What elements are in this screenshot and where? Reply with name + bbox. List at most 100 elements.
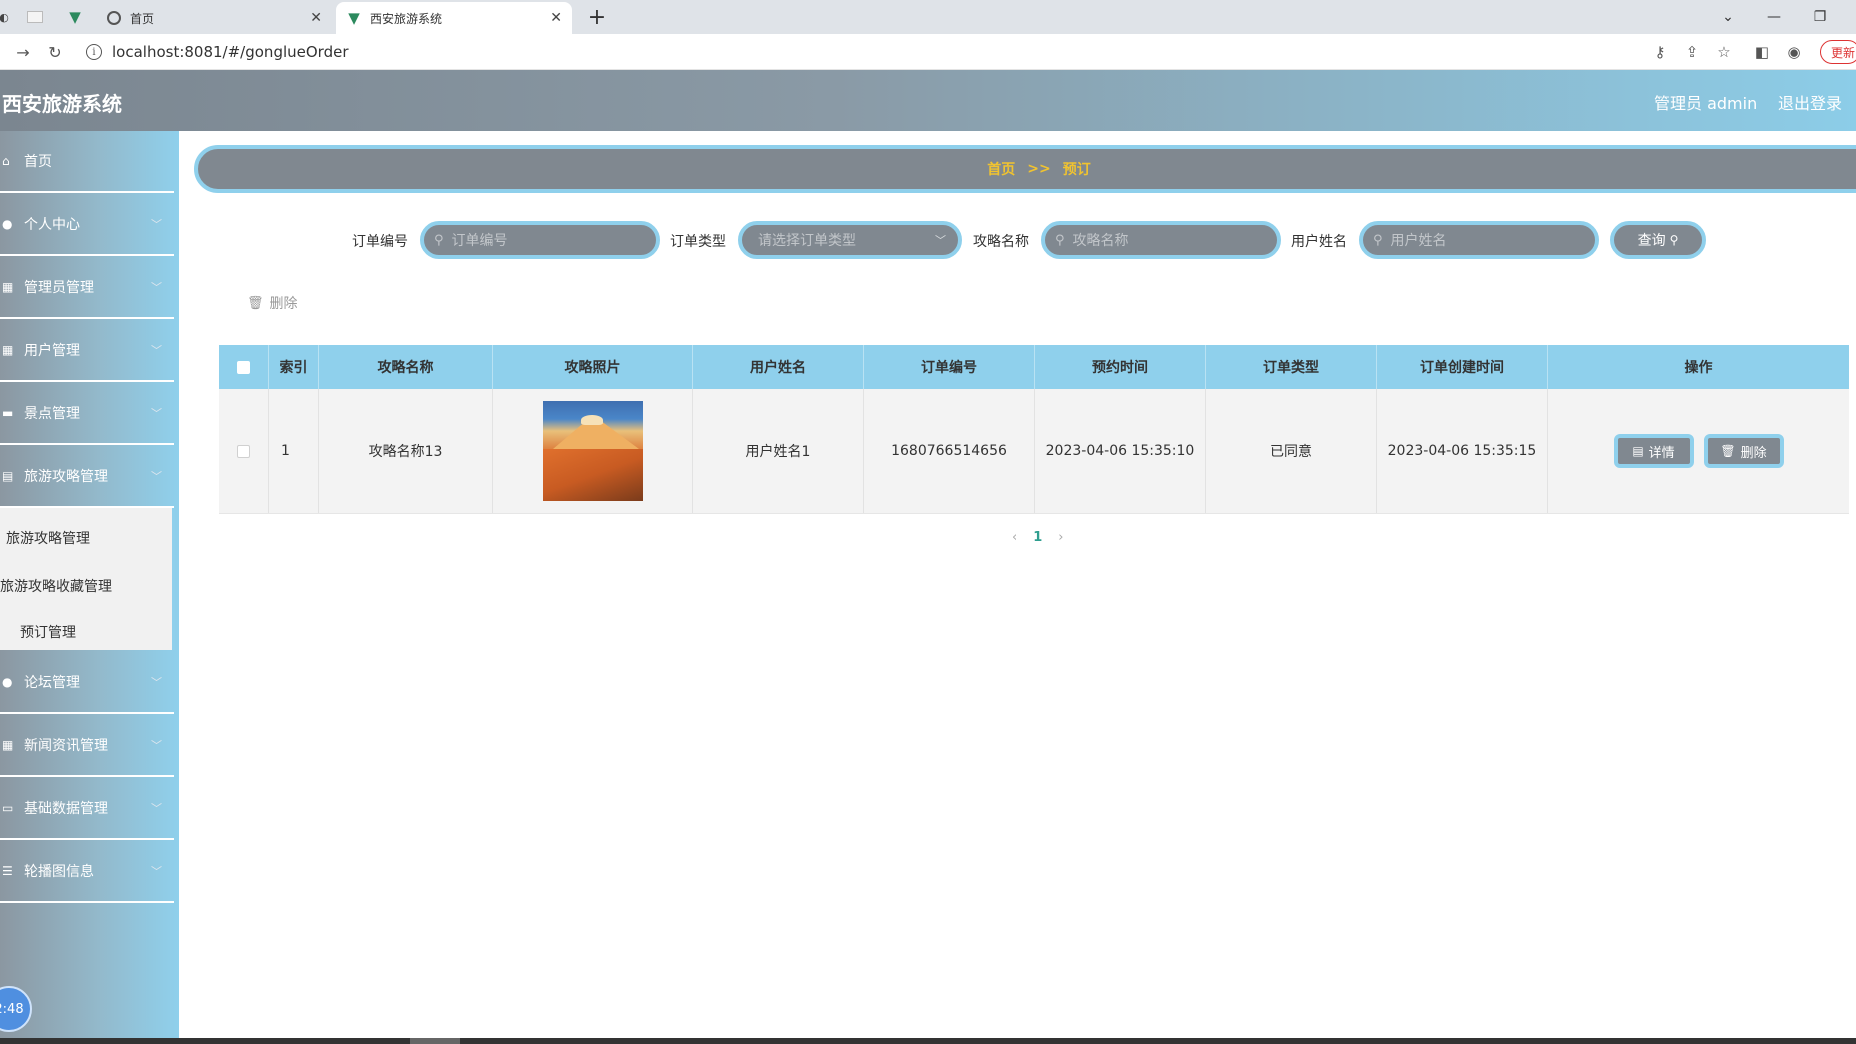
info-icon[interactable]: i — [86, 44, 102, 60]
update-button[interactable]: 更新 — [1820, 40, 1856, 64]
share-icon[interactable]: ⇪ — [1682, 42, 1702, 62]
next-page-icon[interactable]: › — [1058, 530, 1063, 545]
submenu-item-bookings[interactable]: 预订管理 — [20, 622, 76, 642]
side-panel-icon[interactable]: ◧ — [1752, 42, 1772, 62]
tab-search-icon[interactable]: ⌄ — [1708, 4, 1748, 30]
row-user-name: 用户姓名1 — [693, 389, 864, 513]
browser-tab-bar: ◐ ▼ 首页 ✕ ▼ 西安旅游系统 ✕ + ⌄ — ❐ — [0, 0, 1856, 34]
restore-icon[interactable]: ❐ — [1800, 4, 1840, 30]
sidebar-item-label: 个人中心 — [24, 217, 80, 233]
tab-active[interactable]: ▼ 西安旅游系统 ✕ — [336, 2, 572, 34]
tab-title: 首页 — [130, 11, 155, 26]
detail-button[interactable]: ▤ 详情 — [1613, 434, 1694, 468]
url-field[interactable]: i localhost:8081/#/gonglueOrder — [86, 39, 1616, 65]
column-header: 订单创建时间 — [1377, 345, 1548, 389]
select-all-checkbox[interactable] — [237, 360, 250, 374]
admin-name: 管理员 admin — [1654, 94, 1758, 113]
breadcrumb: 首页 >> 预订 — [194, 145, 1856, 193]
submenu-item-guides[interactable]: 旅游攻略管理 — [6, 528, 90, 548]
reload-icon[interactable]: ↻ — [44, 41, 66, 63]
order-no-label: 订单编号 — [352, 234, 408, 250]
sidebar-item-admins[interactable]: ▦ 管理员管理 ﹀ — [0, 257, 174, 319]
profile-icon[interactable]: ◉ — [1784, 42, 1804, 62]
order-type-label: 订单类型 — [670, 234, 726, 250]
chevron-down-icon: ﹀ — [151, 218, 162, 231]
person-icon: ● — [2, 675, 13, 689]
tab-overflow-icon[interactable]: ◐ — [0, 6, 9, 28]
print-icon: ▭ — [2, 801, 14, 815]
guide-name-input[interactable]: ⚲ 攻略名称 — [1041, 221, 1281, 259]
row-order-type: 已同意 — [1206, 389, 1377, 513]
key-icon[interactable]: ⚷ — [1650, 42, 1670, 62]
page-number[interactable]: 1 — [1033, 530, 1042, 545]
column-header: 用户姓名 — [693, 345, 864, 389]
delete-button[interactable]: 🗑 删除 — [1703, 434, 1784, 468]
row-select-cell — [219, 389, 269, 513]
column-header: 预约时间 — [1035, 345, 1206, 389]
query-button[interactable]: 查询 ⚲ — [1610, 221, 1706, 259]
globe-icon — [106, 10, 122, 26]
chevron-down-icon: ﹀ — [151, 281, 162, 294]
chevron-down-icon: ﹀ — [151, 739, 162, 752]
row-checkbox[interactable] — [237, 444, 250, 458]
sidebar-item-label: 旅游攻略管理 — [24, 469, 108, 485]
guides-submenu: 旅游攻略管理 旅游攻略收藏管理 预订管理 — [0, 508, 175, 650]
search-icon: ⚲ — [1055, 232, 1065, 248]
breadcrumb-home[interactable]: 首页 — [987, 159, 1015, 179]
logout-link[interactable]: 退出登录 — [1778, 90, 1842, 114]
pinned-tab[interactable] — [22, 6, 48, 28]
horizontal-scrollbar[interactable] — [0, 1038, 1856, 1044]
table-row: 1 攻略名称13 用户姓名1 1680766514656 2023-04-06 … — [219, 389, 1849, 514]
sidebar-item-label: 论坛管理 — [24, 675, 80, 691]
sidebar-item-carousel[interactable]: ☰ 轮播图信息 ﹀ — [0, 841, 174, 903]
delete-label: 删除 — [1740, 445, 1767, 461]
guide-name-placeholder: 攻略名称 — [1072, 233, 1129, 249]
sidebar-item-profile[interactable]: ● 个人中心 ﹀ — [0, 194, 174, 256]
sidebar-item-news[interactable]: ▦ 新闻资讯管理 ﹀ — [0, 715, 174, 777]
column-header: 操作 — [1684, 360, 1713, 376]
sidebar-item-guides[interactable]: ▤ 旅游攻略管理 ﹀ — [0, 446, 174, 508]
batch-delete-button[interactable]: 🗑 删除 — [247, 293, 298, 313]
scrollbar-thumb[interactable] — [410, 1038, 460, 1044]
document-icon: ▤ — [1632, 444, 1644, 458]
close-icon[interactable]: ✕ — [550, 10, 562, 26]
chevron-down-icon: ﹀ — [935, 234, 946, 247]
user-name-input[interactable]: ⚲ 用户姓名 — [1359, 221, 1599, 259]
column-header: 订单类型 — [1206, 345, 1377, 389]
tab-home[interactable]: 首页 ✕ — [96, 2, 332, 34]
vue-pinned-tab-icon[interactable]: ▼ — [64, 6, 86, 28]
table-header: 索引 攻略名称 攻略照片 用户姓名 订单编号 预约时间 订单类型 订单创建时间 … — [219, 345, 1849, 389]
star-icon[interactable]: ☆ — [1714, 42, 1734, 62]
grid-icon: ▦ — [2, 280, 14, 294]
minimize-icon[interactable]: — — [1754, 4, 1794, 30]
sidebar-item-label: 首页 — [24, 154, 52, 170]
sidebar-item-users[interactable]: ▦ 用户管理 ﹀ — [0, 320, 174, 382]
prev-page-icon[interactable]: ‹ — [1012, 530, 1017, 545]
detail-label: 详情 — [1648, 445, 1675, 461]
order-no-input[interactable]: ⚲ 订单编号 — [420, 221, 660, 259]
row-index: 1 — [269, 389, 319, 513]
sidebar-item-basic-data[interactable]: ▭ 基础数据管理 ﹀ — [0, 778, 174, 840]
sidebar-item-attractions[interactable]: ▬ 景点管理 ﹀ — [0, 383, 174, 445]
close-icon[interactable]: ✕ — [310, 10, 322, 26]
order-type-select[interactable]: 请选择订单类型 ﹀ — [738, 221, 962, 259]
chevron-down-icon: ﹀ — [151, 802, 162, 815]
search-icon: ⚲ — [1373, 232, 1383, 248]
guide-photo[interactable] — [542, 401, 643, 501]
submenu-item-guide-favorites[interactable]: 旅游攻略收藏管理 — [0, 576, 112, 596]
new-tab-button[interactable]: + — [584, 4, 610, 30]
photo-rock-shape — [542, 449, 643, 501]
forward-icon[interactable]: → — [12, 41, 34, 63]
sidebar-item-home[interactable]: ⌂ 首页 — [0, 131, 174, 193]
query-label: 查询 — [1637, 233, 1666, 249]
row-order-no: 1680766514656 — [864, 389, 1035, 513]
batch-delete-label: 删除 — [269, 296, 298, 312]
sidebar-item-label: 新闻资讯管理 — [24, 738, 108, 754]
row-booking-time: 2023-04-06 15:35:10 — [1035, 389, 1206, 513]
chat-icon: ▬ — [2, 406, 14, 420]
sidebar-item-label: 管理员管理 — [24, 280, 94, 296]
sidebar-item-forum[interactable]: ● 论坛管理 ﹀ — [0, 652, 174, 714]
photo-snow-shape — [580, 415, 603, 425]
tab-title: 西安旅游系统 — [370, 11, 443, 26]
app-title: 西安旅游系统 — [2, 92, 122, 116]
